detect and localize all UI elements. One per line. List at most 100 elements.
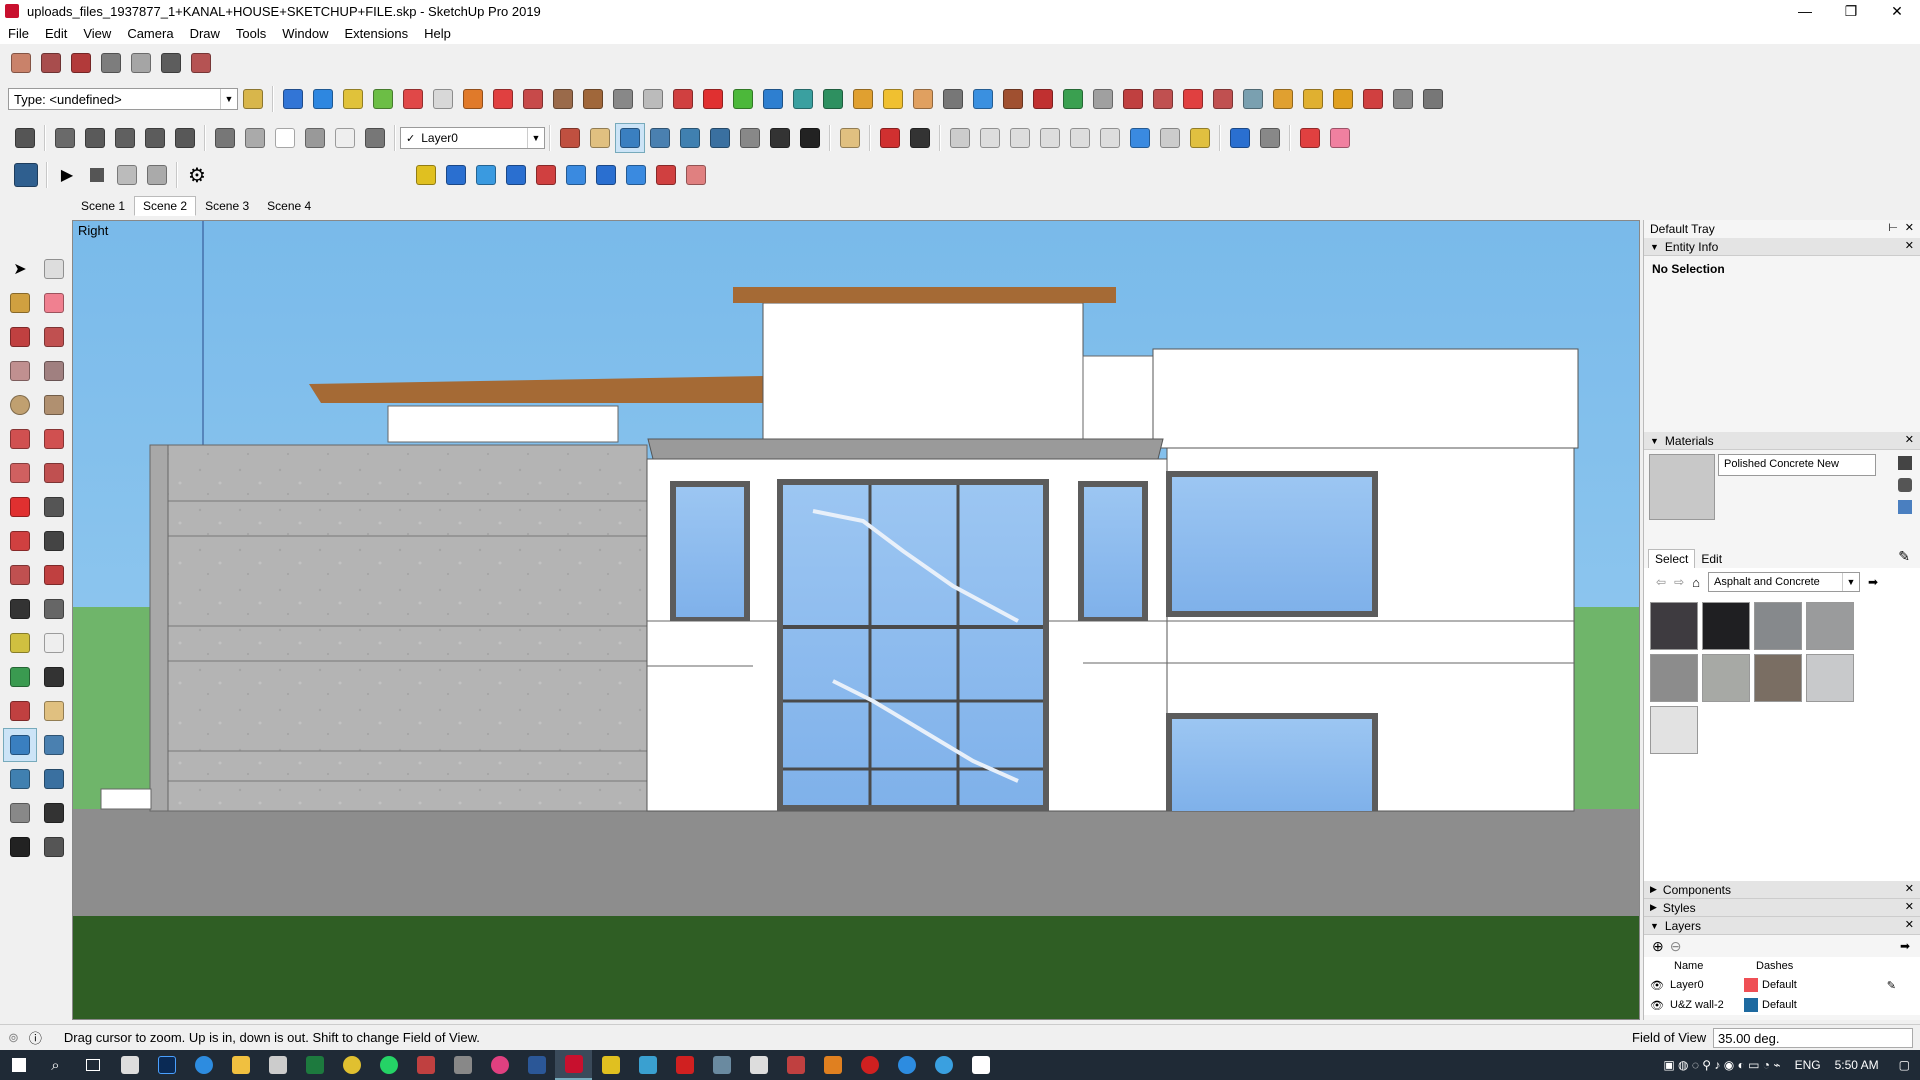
taskbar-chrome[interactable] (333, 1050, 370, 1080)
push-pull-tool[interactable] (37, 490, 71, 524)
axes-tool[interactable] (3, 660, 37, 694)
vertex-edit-button[interactable] (1225, 123, 1255, 153)
components-button[interactable] (10, 123, 40, 153)
tray-close-button[interactable]: ✕ (1905, 221, 1914, 234)
ext-tool-8-button[interactable] (621, 160, 651, 190)
spline-4-button[interactable] (1035, 123, 1065, 153)
measure-button[interactable] (1295, 123, 1325, 153)
taskbar-app-2[interactable] (444, 1050, 481, 1080)
spline-6-button[interactable] (1095, 123, 1125, 153)
pyramid-button[interactable] (848, 84, 878, 114)
layer-row[interactable]: 👁 U&Z wall-2 Default (1644, 995, 1920, 1015)
sweep-button[interactable] (578, 84, 608, 114)
add-layer-icon[interactable]: ⊕ (1652, 938, 1664, 955)
dimension-tool[interactable] (37, 592, 71, 626)
sandbox-contour-button[interactable] (835, 123, 865, 153)
taskbar-file-explorer[interactable] (222, 1050, 259, 1080)
styles-close-button[interactable]: ✕ (1905, 900, 1914, 913)
spline-9-button[interactable] (1185, 123, 1215, 153)
material-library-icon[interactable] (1898, 478, 1912, 492)
tray-icons[interactable]: ▣ ◍ ◌ ⚲ ♪ ◉ ◐ ▭ ◔ ⌁ (1663, 1058, 1780, 1072)
current-material-swatch[interactable] (1649, 454, 1715, 520)
ext-tool-10-button[interactable] (681, 160, 711, 190)
pencil-red-button[interactable] (875, 123, 905, 153)
ext-tool-4-button[interactable] (501, 160, 531, 190)
candy-button[interactable] (1208, 84, 1238, 114)
sandbox-button[interactable] (66, 48, 96, 78)
rectangle-tool[interactable] (3, 354, 37, 388)
material-swatch[interactable] (1702, 602, 1750, 650)
spline-8-button[interactable] (1155, 123, 1185, 153)
menu-edit[interactable]: Edit (37, 26, 75, 41)
materials-header[interactable]: ▼ Materials ✕ (1644, 432, 1920, 450)
orbit-tool[interactable] (3, 694, 37, 728)
look-around-button[interactable] (765, 123, 795, 153)
top-view-button[interactable] (80, 123, 110, 153)
loop-button[interactable] (938, 84, 968, 114)
axis-button[interactable] (968, 84, 998, 114)
taskbar-app-11[interactable] (888, 1050, 925, 1080)
scale-tool[interactable] (3, 558, 37, 592)
front-view-button[interactable] (110, 123, 140, 153)
material-swatch[interactable] (1754, 654, 1802, 702)
walk-tool[interactable] (3, 830, 37, 864)
vertex-select-button[interactable] (1255, 123, 1285, 153)
xray-button[interactable] (210, 123, 240, 153)
ext-tool-6-button[interactable] (561, 160, 591, 190)
select-tool[interactable]: ➤ (3, 252, 37, 286)
ground-button[interactable] (1238, 84, 1268, 114)
taskbar-whatsapp[interactable] (370, 1050, 407, 1080)
close-button[interactable]: ✕ (1874, 0, 1920, 22)
restore-button[interactable]: ❐ (1828, 0, 1874, 22)
info-icon[interactable]: ⓘ (29, 1028, 42, 1047)
ruler-button[interactable] (905, 123, 935, 153)
zoom-window-tool[interactable] (37, 728, 71, 762)
green-plus-button[interactable] (728, 84, 758, 114)
dotted-arc-button[interactable] (1388, 84, 1418, 114)
curve-button[interactable] (668, 84, 698, 114)
iso-view-button[interactable] (50, 123, 80, 153)
spline-7-button[interactable] (1125, 123, 1155, 153)
position-camera-tool[interactable] (3, 796, 37, 830)
taskbar-app-6[interactable] (703, 1050, 740, 1080)
menu-window[interactable]: Window (274, 26, 336, 41)
entity-info-header[interactable]: ▼ Entity Info ✕ (1644, 238, 1920, 256)
spline-5-button[interactable] (1065, 123, 1095, 153)
visibility-eye-icon[interactable]: 👁 (1644, 979, 1670, 992)
scene-tab[interactable]: Scene 4 (258, 196, 320, 216)
taskbar-app-9[interactable] (814, 1050, 851, 1080)
scene-tab[interactable]: Scene 3 (196, 196, 258, 216)
smoove-button[interactable] (96, 48, 126, 78)
taskbar-edge[interactable] (185, 1050, 222, 1080)
orbit-button[interactable] (555, 123, 585, 153)
follow-me-tool[interactable] (37, 524, 71, 558)
position-camera-button[interactable] (735, 123, 765, 153)
frame-button[interactable] (1298, 84, 1328, 114)
model-viewport[interactable]: Right (72, 220, 1640, 1020)
material-swatch[interactable] (1806, 654, 1854, 702)
trim-button[interactable] (428, 84, 458, 114)
taskbar-app-10[interactable] (851, 1050, 888, 1080)
flip-edge-button[interactable] (186, 48, 216, 78)
menu-draw[interactable]: Draw (182, 26, 228, 41)
styles-header[interactable]: ▶ Styles ✕ (1644, 899, 1920, 917)
scene-tab[interactable]: Scene 1 (72, 196, 134, 216)
taskbar-app-4[interactable] (592, 1050, 629, 1080)
follow-me-button[interactable] (458, 84, 488, 114)
pie-tool[interactable] (37, 456, 71, 490)
layer-color-swatch[interactable] (1744, 978, 1758, 992)
window-grid-button[interactable] (1328, 84, 1358, 114)
scene-tab-active[interactable]: Scene 2 (134, 196, 197, 216)
ext-tool-2-button[interactable] (441, 160, 471, 190)
arc-tool-button[interactable] (878, 84, 908, 114)
eyedropper-icon[interactable]: ✎ (1898, 548, 1910, 565)
entity-info-close-button[interactable]: ✕ (1905, 239, 1914, 252)
pan-button[interactable] (585, 123, 615, 153)
ext-tool-5-button[interactable] (531, 160, 561, 190)
intersect-button[interactable] (338, 84, 368, 114)
layer-dropdown[interactable]: ✓ Layer0 ▼ (400, 127, 545, 149)
task-view-button[interactable] (74, 1050, 111, 1080)
clock[interactable]: 5:50 AM (1835, 1058, 1879, 1072)
menu-camera[interactable]: Camera (119, 26, 181, 41)
search-button[interactable]: ⌕ (37, 1050, 74, 1080)
